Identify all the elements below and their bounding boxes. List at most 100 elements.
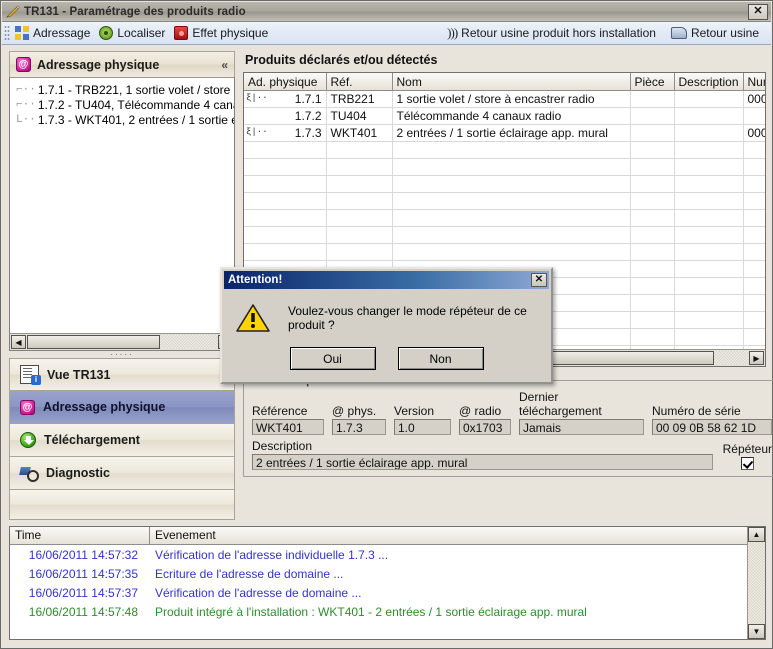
cell-empty [674, 260, 744, 278]
log-row-event: Vérification de l'adresse de domaine ... [155, 585, 362, 600]
sidebar-item-label: Adressage physique [43, 400, 166, 414]
sidebar-item-label: Téléchargement [44, 433, 140, 447]
cell-empty [630, 209, 675, 227]
cell-empty [326, 209, 393, 227]
cell-empty [244, 141, 327, 159]
table-row-empty[interactable] [244, 175, 765, 193]
table-row-empty[interactable] [244, 141, 765, 159]
table-row-empty[interactable] [244, 226, 765, 244]
toolbar-grip[interactable] [4, 25, 10, 41]
tree-item[interactable]: L·· 1.7.3 - WKT401, 2 entrées / 1 sortie… [10, 112, 234, 127]
cell-empty [743, 175, 765, 193]
field-dernier-telechargement: Dernier téléchargement Jamais [519, 390, 644, 435]
field-numero-serie-value[interactable]: 00 09 0B 58 62 1D [652, 419, 772, 435]
repeater-checkbox[interactable] [740, 457, 754, 470]
sidebar-item-label: Vue TR131 [47, 367, 111, 382]
download-icon [20, 432, 36, 448]
toolbar-button-effet-physique[interactable]: Effet physique [171, 25, 274, 41]
sidebar-nav: Vue TR131 Adressage physique Téléchargem… [9, 358, 235, 520]
field-adresse-physique-value[interactable]: 1.7.3 [332, 419, 386, 435]
cell-nom: Télécommande 4 canaux radio [392, 107, 631, 125]
sidebar-splitter[interactable]: ····· [9, 350, 235, 358]
page-title: Produits déclarés et/ou détectés [245, 53, 438, 67]
log-row[interactable]: 16/06/2011 14:57:48 Produit intégré à l'i… [10, 602, 765, 621]
close-icon[interactable]: ✕ [748, 3, 768, 20]
event-log: Time Evenement 16/06/2011 14:57:32 Vérifi… [9, 526, 766, 640]
cell-empty [743, 328, 765, 346]
cell-empty [630, 277, 675, 295]
cell-empty [326, 192, 393, 210]
log-vertical-scrollbar[interactable]: ▲ ▼ [747, 527, 765, 639]
tree-horizontal-scrollbar[interactable]: ◀ ▶ [10, 333, 234, 350]
scroll-track[interactable] [27, 335, 217, 349]
toolbar-label-retour-usine-hors-installation: Retour usine produit hors installation [461, 26, 656, 40]
grid-col-piece[interactable]: Pièce [630, 73, 675, 91]
log-row[interactable]: 16/06/2011 14:57:32 Vérification de l'adr… [10, 545, 765, 564]
field-version-value[interactable]: 1.0 [394, 419, 451, 435]
scroll-right-icon[interactable]: ▶ [749, 351, 764, 365]
sidebar-item-adressage-physique[interactable]: Adressage physique [9, 391, 235, 424]
table-row-empty[interactable] [244, 158, 765, 176]
toolbar-button-retour-usine[interactable]: Retour usine [668, 25, 765, 41]
cell-empty [244, 209, 327, 227]
tree-item[interactable]: ⌐·· 1.7.2 - TU404, Télécommande 4 canau [10, 97, 234, 112]
table-row[interactable]: ξ|·· 1.7.1 TRB221 1 sortie volet / store… [244, 90, 765, 108]
scroll-up-icon[interactable]: ▲ [748, 527, 765, 542]
cell-empty [392, 226, 631, 244]
cell-empty [674, 158, 744, 176]
cell-empty [326, 158, 393, 176]
sidebar-item-telechargement[interactable]: Téléchargement [9, 424, 235, 457]
cell-empty [630, 311, 675, 329]
field-adresse-radio: @ radio 0x1703 [459, 404, 511, 435]
field-dernier-telechargement-value[interactable]: Jamais [519, 419, 644, 435]
log-row-time: 16/06/2011 14:57:32 [28, 547, 138, 562]
log-col-time[interactable]: Time [10, 527, 150, 544]
toolbar-right-group: ))) Retour usine produit hors installati… [444, 24, 771, 42]
sidebar-item-diagnostic[interactable]: Diagnostic [9, 457, 235, 490]
attention-dialog: Attention! ✕ Voulez-vous changer le mode… [220, 267, 553, 384]
scroll-left-icon[interactable]: ◀ [11, 335, 26, 349]
grid-col-nom[interactable]: Nom [392, 73, 631, 91]
toolbar-button-retour-usine-hors-installation[interactable]: ))) Retour usine produit hors installati… [444, 24, 662, 42]
sidebar-item-vue-tr131[interactable]: Vue TR131 [9, 358, 235, 391]
cell-empty [326, 243, 393, 261]
grid-col-numero-serie[interactable]: Numéro de sé [743, 73, 765, 91]
collapse-chevron-icon[interactable]: « [221, 58, 228, 72]
cell-empty [630, 141, 675, 159]
tree-item-label: 1.7.1 - TRB221, 1 sortie volet / store à [37, 82, 235, 97]
sidebar-item-label: Diagnostic [46, 466, 110, 480]
log-col-evenement[interactable]: Evenement [150, 527, 765, 544]
table-row[interactable]: ξ|·· 1.7.3 WKT401 2 entrées / 1 sortie é… [244, 124, 765, 142]
grid-col-ref[interactable]: Réf. [326, 73, 393, 91]
close-icon[interactable]: ✕ [531, 273, 547, 287]
tree-item[interactable]: ⌐·· 1.7.1 - TRB221, 1 sortie volet / sto… [10, 82, 234, 97]
non-button[interactable]: Non [397, 347, 484, 370]
table-row-empty[interactable] [244, 243, 765, 261]
product-tree[interactable]: ⌐·· 1.7.1 - TRB221, 1 sortie volet / sto… [9, 77, 235, 351]
field-adresse-radio-label: @ radio [459, 404, 502, 418]
field-adresse-radio-value[interactable]: 0x1703 [459, 419, 511, 435]
toolbar-label-localiser: Localiser [117, 26, 166, 40]
toolbar-label-adressage: Adressage [33, 26, 91, 40]
cell-piece [630, 124, 675, 142]
toolbar-button-localiser[interactable]: Localiser [96, 25, 171, 41]
log-row[interactable]: 16/06/2011 14:57:37 Vérification de l'adr… [10, 583, 765, 602]
factory-reset-icon [670, 27, 687, 39]
field-description-value[interactable]: 2 entrées / 1 sortie éclairage app. mura… [252, 454, 713, 470]
grid-col-description[interactable]: Description [674, 73, 744, 91]
main-toolbar: Adressage Localiser Effet physique ))) R… [2, 22, 771, 45]
table-row[interactable]: 1.7.2 TU404 Télécommande 4 canaux radio [244, 107, 765, 125]
grid-col-ad-physique[interactable]: Ad. physique [244, 73, 327, 91]
table-row-empty[interactable] [244, 209, 765, 227]
scroll-thumb[interactable] [27, 335, 160, 349]
log-row[interactable]: 16/06/2011 14:57:35 Ecriture de l'adresse… [10, 564, 765, 583]
scroll-down-icon[interactable]: ▼ [748, 624, 765, 639]
tree-branch-icon: ⌐·· [16, 98, 36, 111]
table-row-empty[interactable] [244, 192, 765, 210]
dialog-title: Attention! [228, 274, 283, 286]
oui-button[interactable]: Oui [289, 347, 376, 370]
cell-empty [392, 141, 631, 159]
toolbar-button-adressage[interactable]: Adressage [12, 25, 96, 41]
physical-effect-icon [174, 26, 189, 40]
field-reference-value[interactable]: WKT401 [252, 419, 324, 435]
